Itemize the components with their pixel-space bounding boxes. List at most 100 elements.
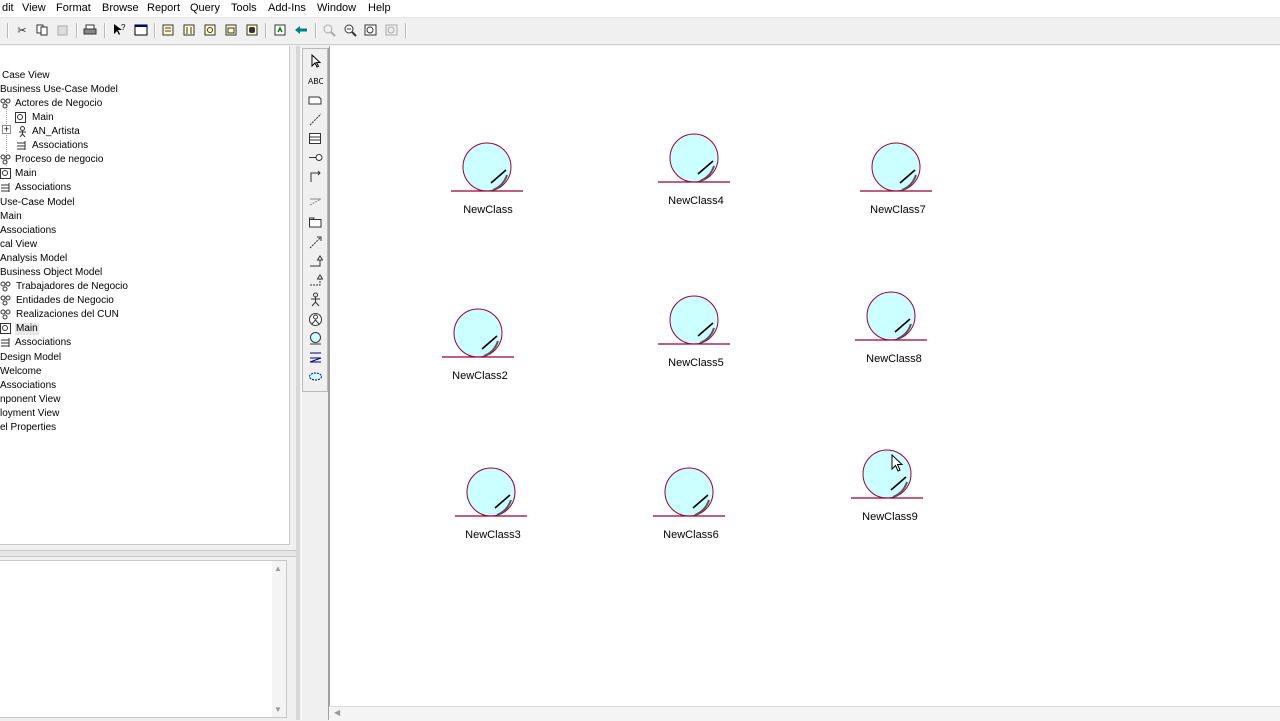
tree-item-business-use-case-model[interactable]: Business Use-Case Model <box>0 84 118 96</box>
browse-deployment-icon[interactable] <box>223 22 239 38</box>
expand-toggle-icon[interactable]: + <box>2 125 11 134</box>
documentation-scrollbar[interactable]: ▲ ▼ <box>272 561 286 717</box>
generalization-icon[interactable] <box>308 254 323 269</box>
entity-label: NewClass5 <box>668 357 724 369</box>
menu-edit[interactable]: dit <box>2 2 14 14</box>
tree-item-welcome[interactable]: Welcome <box>0 366 42 378</box>
tree-item-use-case-view[interactable]: Case View <box>2 70 50 82</box>
dependency-icon[interactable] <box>308 235 323 250</box>
package-icon <box>0 281 11 292</box>
business-entity-1[interactable] <box>451 142 523 192</box>
anchor-note-icon[interactable] <box>308 112 323 127</box>
fit-window-icon[interactable] <box>363 22 379 38</box>
business-entity-4[interactable] <box>442 308 514 358</box>
vertical-splitter[interactable] <box>296 46 300 720</box>
menu-browse[interactable]: Browse <box>102 2 139 14</box>
business-event-icon[interactable] <box>308 350 323 365</box>
tree-item-an-artista[interactable]: AN_Artista <box>32 126 80 138</box>
diagram-icon <box>0 323 11 334</box>
browse-interaction-icon[interactable] <box>181 22 197 38</box>
context-help-icon[interactable]: ? <box>111 22 127 38</box>
tree-item-analysis-model[interactable]: Analysis Model <box>0 253 67 265</box>
tree-item-realizaciones-del-cun[interactable]: Realizaciones del CUN <box>16 309 119 321</box>
menu-view[interactable]: View <box>22 2 46 14</box>
selection-arrow-icon[interactable] <box>308 54 323 69</box>
undo-fit-icon[interactable] <box>384 22 400 38</box>
tree-item-model-properties[interactable]: el Properties <box>0 422 56 434</box>
menu-window[interactable]: Window <box>317 2 356 14</box>
menu-help[interactable]: Help <box>368 2 391 14</box>
zoom-out-icon[interactable] <box>342 22 358 38</box>
tree-item-associations[interactable]: Associations <box>32 140 88 152</box>
paste-icon[interactable] <box>55 22 71 38</box>
tree-item-trabajadores-de-negocio[interactable]: Trabajadores de Negocio <box>16 281 128 293</box>
tree-item-entidades-de-negocio[interactable]: Entidades de Negocio <box>16 295 114 307</box>
business-entity-7[interactable] <box>455 467 527 517</box>
tree-item-business-object-model[interactable]: Business Object Model <box>0 267 102 279</box>
scroll-up-icon[interactable]: ▲ <box>274 564 282 573</box>
menu-format[interactable]: Format <box>56 2 91 14</box>
toolbar-separator <box>154 23 156 38</box>
pane-splitter[interactable] <box>0 550 296 557</box>
realize-icon[interactable] <box>308 273 323 288</box>
business-worker-icon[interactable] <box>308 312 323 327</box>
toolbar-separator <box>7 23 9 38</box>
tree-item-proceso-de-negocio[interactable]: Proceso de negocio <box>15 154 103 166</box>
toolbar-separator <box>104 23 106 38</box>
tree-item-associations[interactable]: Associations <box>0 225 56 237</box>
menu-add-ins[interactable]: Add-Ins <box>268 2 306 14</box>
tree-item-logical-view[interactable]: cal View <box>0 239 37 251</box>
toolbar-separator <box>265 23 267 38</box>
interface-icon[interactable] <box>308 150 323 165</box>
tree-item-main-diagram[interactable]: Main <box>32 112 54 124</box>
tree-item-deployment-view[interactable]: loyment View <box>0 408 59 420</box>
copy-icon[interactable] <box>34 22 50 38</box>
tree-item-associations[interactable]: Associations <box>15 182 71 194</box>
browse-previous-icon[interactable] <box>293 22 309 38</box>
horizontal-scrollbar[interactable]: ◀ <box>329 706 1280 721</box>
tree-item-design-model[interactable]: Design Model <box>0 352 61 364</box>
tree-item-main-diagram[interactable]: Main <box>0 211 22 223</box>
cut-icon[interactable]: ✂ <box>14 22 30 38</box>
zoom-in-icon[interactable] <box>321 22 337 38</box>
tree-item-main-diagram-selected[interactable]: Main <box>15 323 39 335</box>
print-icon[interactable] <box>82 22 98 38</box>
documentation-pane[interactable]: ▲ ▼ <box>0 560 287 718</box>
tree-item-use-case-model[interactable]: Use-Case Model <box>0 197 74 209</box>
note-icon[interactable] <box>308 93 323 108</box>
tree-item-actores-de-negocio[interactable]: Actores de Negocio <box>15 98 102 110</box>
tree-item-component-view[interactable]: nponent View <box>0 394 60 406</box>
model-browser[interactable]: Case View Business Use-Case Model Actore… <box>0 46 290 545</box>
browse-parent-icon[interactable] <box>272 22 288 38</box>
business-use-case-realization-icon[interactable] <box>308 369 323 384</box>
menu-tools[interactable]: Tools <box>231 2 257 14</box>
associations-icon <box>1 338 10 347</box>
business-entity-3[interactable] <box>860 142 932 192</box>
business-entity-9[interactable] <box>851 449 923 499</box>
view-doc-icon[interactable] <box>133 22 149 38</box>
package-icon[interactable] <box>308 215 323 230</box>
diagram-canvas[interactable]: NewClass NewClass4 NewClass7 NewClass2 N… <box>329 46 1280 706</box>
business-actor-icon[interactable] <box>308 292 323 307</box>
business-entity-8[interactable] <box>653 467 725 517</box>
browse-state-icon[interactable] <box>244 22 260 38</box>
business-entity-icon[interactable] <box>308 331 323 346</box>
unidirectional-association-icon[interactable] <box>308 169 323 184</box>
association-class-icon[interactable] <box>308 195 323 210</box>
menu-query[interactable]: Query <box>190 2 220 14</box>
business-entity-2[interactable] <box>658 133 730 183</box>
scroll-left-icon[interactable]: ◀ <box>334 708 340 717</box>
business-entity-5[interactable] <box>658 295 730 345</box>
business-entity-6[interactable] <box>855 291 927 341</box>
tree-item-associations[interactable]: Associations <box>15 337 71 349</box>
browse-component-icon[interactable] <box>202 22 218 38</box>
tree-item-main-diagram[interactable]: Main <box>15 168 37 180</box>
menu-report[interactable]: Report <box>147 2 180 14</box>
package-icon <box>0 98 11 109</box>
menu-bar: dit View Format Browse Report Query Tool… <box>0 0 1280 18</box>
tree-item-associations[interactable]: Associations <box>0 380 56 392</box>
text-box-icon[interactable]: ABC <box>308 73 323 88</box>
browse-class-icon[interactable] <box>160 22 176 38</box>
class-icon[interactable] <box>308 131 323 146</box>
scroll-down-icon[interactable]: ▼ <box>274 705 282 714</box>
